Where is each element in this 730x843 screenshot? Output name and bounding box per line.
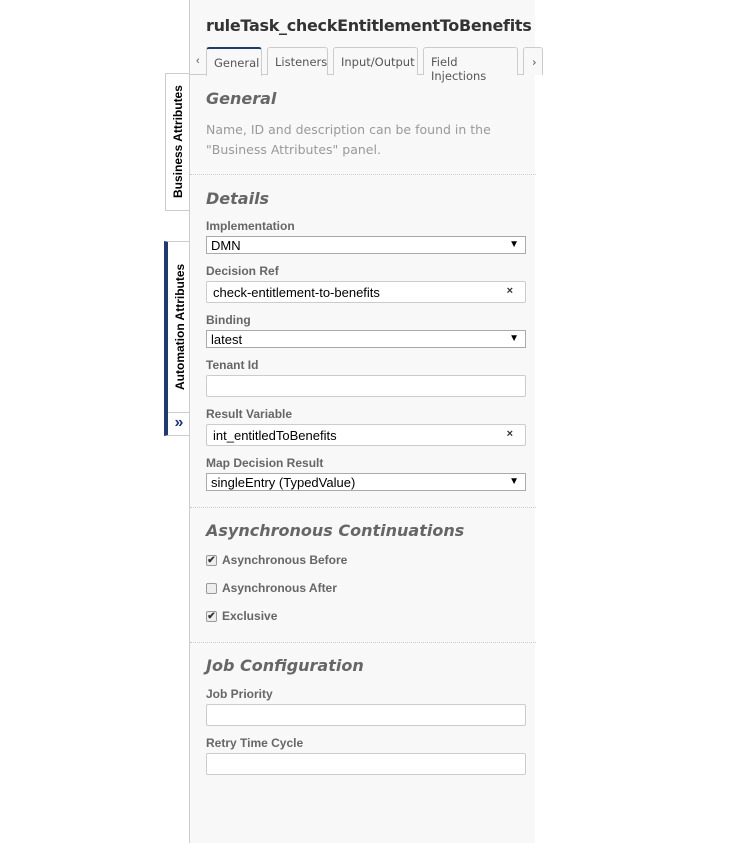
async-heading: Asynchronous Continuations — [206, 521, 465, 540]
automation-attributes-tab[interactable]: Automation Attributes » — [164, 241, 190, 436]
retry-time-cycle-input[interactable] — [206, 753, 526, 775]
job-priority-input[interactable] — [206, 704, 526, 726]
checkbox-checked-icon[interactable]: ✔ — [206, 554, 217, 566]
binding-label: Binding — [206, 313, 251, 327]
details-heading: Details — [206, 189, 270, 208]
tenant-id-label: Tenant Id — [206, 358, 259, 372]
caret-down-icon: ▼ — [509, 476, 519, 487]
tab-input-output[interactable]: Input/Output — [333, 47, 418, 75]
element-title: ruleTask_checkEntitlementToBenefits — [206, 16, 532, 35]
clear-icon[interactable]: × — [507, 285, 513, 297]
tab-field-injections[interactable]: Field Injections — [423, 47, 518, 83]
implementation-value: DMN — [211, 238, 241, 253]
async-after-checkbox[interactable]: Asynchronous After — [206, 581, 337, 595]
binding-select[interactable]: latest ▼ — [206, 330, 526, 348]
clear-icon[interactable]: × — [507, 428, 513, 440]
business-attributes-label: Business Attributes — [171, 85, 185, 199]
divider — [190, 174, 536, 175]
async-before-checkbox[interactable]: ✔ Asynchronous Before — [206, 553, 347, 567]
job-priority-label: Job Priority — [206, 687, 273, 701]
exclusive-label: Exclusive — [222, 609, 278, 623]
decision-ref-label: Decision Ref — [206, 264, 279, 278]
exclusive-checkbox[interactable]: ✔ Exclusive — [206, 609, 277, 623]
retry-time-cycle-label: Retry Time Cycle — [206, 736, 304, 750]
map-decision-result-label: Map Decision Result — [206, 456, 324, 470]
implementation-select[interactable]: DMN ▼ — [206, 236, 526, 254]
divider — [190, 507, 536, 508]
result-variable-label: Result Variable — [206, 407, 293, 421]
tab-general[interactable]: General — [206, 47, 262, 76]
caret-down-icon: ▼ — [509, 333, 519, 344]
checkbox-checked-icon[interactable]: ✔ — [206, 610, 217, 622]
tenant-id-input[interactable] — [206, 375, 526, 397]
decision-ref-value: check-entitlement-to-benefits — [213, 285, 380, 300]
tab-listeners[interactable]: Listeners — [267, 47, 328, 75]
map-decision-result-select[interactable]: singleEntry (TypedValue) ▼ — [206, 473, 526, 491]
properties-panel: ruleTask_checkEntitlementToBenefits ‹ Ge… — [189, 0, 543, 843]
binding-value: latest — [211, 332, 243, 347]
map-decision-result-value: singleEntry (TypedValue) — [211, 475, 356, 490]
tab-bar: ‹ General Listeners Input/Output Field I… — [190, 47, 543, 83]
business-attributes-tab[interactable]: Business Attributes — [165, 73, 190, 211]
checkbox-unchecked-icon[interactable] — [206, 582, 217, 594]
async-after-label: Asynchronous After — [222, 581, 337, 595]
scroll-right-icon[interactable]: › — [523, 47, 543, 75]
collapse-icon[interactable]: » — [168, 412, 190, 435]
general-heading: General — [206, 89, 277, 108]
divider — [190, 642, 536, 643]
implementation-label: Implementation — [206, 219, 295, 233]
result-variable-input[interactable]: int_entitledToBenefits × — [206, 424, 526, 446]
scroll-left-icon[interactable]: ‹ — [196, 55, 200, 67]
caret-down-icon: ▼ — [509, 239, 519, 250]
general-description: Name, ID and description can be found in… — [206, 122, 491, 157]
async-before-label: Asynchronous Before — [222, 553, 348, 567]
job-heading: Job Configuration — [206, 656, 364, 675]
result-variable-value: int_entitledToBenefits — [213, 428, 337, 443]
decision-ref-input[interactable]: check-entitlement-to-benefits × — [206, 281, 526, 303]
